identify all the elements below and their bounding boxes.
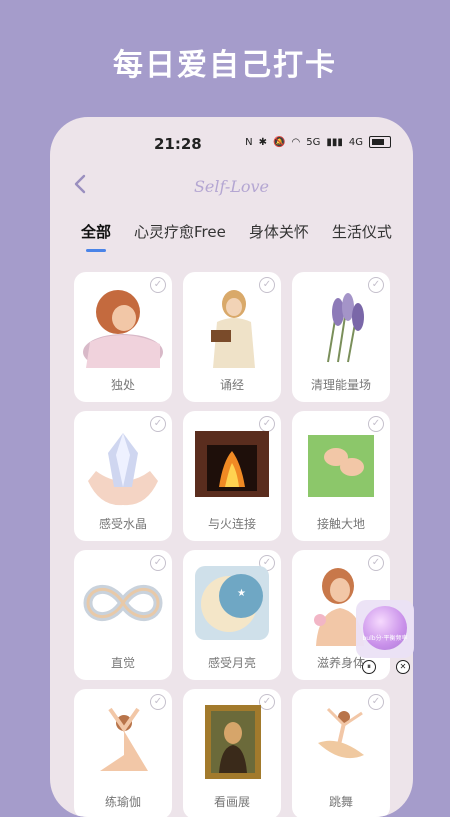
card-fire-connect[interactable]: ✓ 与火连接 [183,411,281,541]
card-dance[interactable]: ✓ 跳舞 [292,689,390,817]
card-feel-crystal[interactable]: ✓ 感受水晶 [74,411,172,541]
card-label: 感受水晶 [98,517,147,531]
card-solitude[interactable]: ✓ 独处 [74,272,172,402]
card-intuition[interactable]: ✓ 直觉 [74,550,172,680]
svg-text:★: ★ [237,588,246,599]
crystal-in-hands-illustration [88,433,158,506]
card-art-show[interactable]: ✓ 看画展 [183,689,281,817]
yoga-woman-illustration [100,707,148,771]
tab-body-care[interactable]: 身体关怀 [249,221,309,242]
card-label: 练瑜伽 [104,795,141,809]
card-label: 接触大地 [316,517,365,531]
card-yoga[interactable]: ✓ 练瑜伽 [74,689,172,817]
tab-mind-healing[interactable]: 心灵疗愈Free [134,221,226,242]
resting-woman-illustration [83,290,163,368]
card-label: 清理能量场 [310,378,371,392]
signal-4g: 4G [348,136,363,148]
reading-woman-illustration [211,290,255,368]
tab-life-ritual[interactable]: 生活仪式 [332,221,392,242]
card-label: 看画展 [213,795,250,809]
wifi-icon: ◠ [291,136,301,148]
feet-on-grass-illustration [308,435,374,497]
lavender-illustration [327,293,364,363]
tab-all[interactable]: 全部 [81,221,111,252]
floating-player-text: bulb分·平衡频率 [362,635,408,642]
floating-player-widget[interactable]: bulb分·平衡频率 [356,600,414,658]
card-feel-moon[interactable]: ✓ ★ 感受月亮 [183,550,281,680]
card-label: 直觉 [110,656,135,670]
status-time: 21:28 [154,135,202,153]
mona-lisa-illustration [205,705,261,779]
mute-icon: 🔕 [273,136,286,148]
card-label: 感受月亮 [207,656,256,670]
bluetooth-icon: ✱ [258,136,268,148]
signal-5g: 5G [306,136,321,148]
moon-illustration: ★ [195,566,269,640]
orb-icon [363,606,407,650]
nfc-icon: N [245,136,253,148]
card-label: 跳舞 [328,795,353,809]
fireplace-illustration [195,431,269,497]
card-clear-energy[interactable]: ✓ 清理能量场 [292,272,390,402]
category-tabs: 全部 心灵疗愈Free 身体关怀 生活仪式 [81,221,392,252]
battery-icon [369,136,391,148]
dancer-illustration [318,707,364,759]
card-label: 独处 [110,378,135,392]
signal-bars-icon: ▮▮▮ [326,136,343,148]
infinity-illustration [83,585,163,621]
status-icons: N ✱ 🔕 ◠ 5G ▮▮▮ 4G [245,135,391,149]
card-touch-earth[interactable]: ✓ 接触大地 [292,411,390,541]
page-banner-title: 每日爱自己打卡 [113,48,337,83]
pause-icon[interactable]: ⏸ [362,660,376,674]
app-title: Self-Love [193,177,270,196]
close-icon[interactable]: ✕ [396,660,410,674]
card-label: 诵经 [219,378,244,392]
card-chanting[interactable]: ✓ 诵经 [183,272,281,402]
card-label: 与火连接 [207,517,256,531]
phone-screen: 21:28 N ✱ 🔕 ◠ 5G ▮▮▮ 4G Self-Love 全部 心灵疗… [50,117,413,817]
